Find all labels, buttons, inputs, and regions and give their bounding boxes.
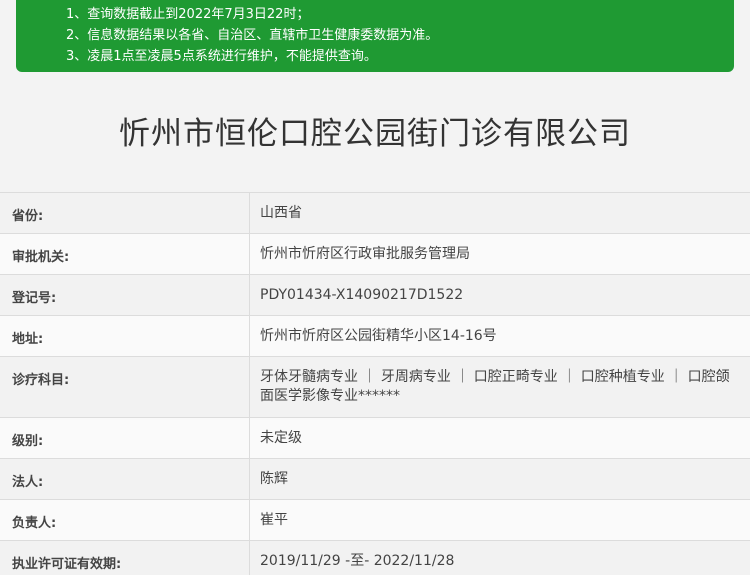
table-row-approval-authority: 审批机关: 忻州市忻府区行政审批服务管理局 — [0, 233, 750, 274]
row-value: 忻州市忻府区公园街精华小区14-16号 — [260, 328, 497, 344]
row-value: 山西省 — [260, 205, 302, 221]
row-label: 法人: — [0, 459, 250, 499]
row-value: PDY01434-X14090217D1522 — [260, 287, 464, 303]
row-label: 地址: — [0, 316, 250, 356]
row-value: 陈辉 — [260, 471, 288, 487]
row-label: 审批机关: — [0, 234, 250, 274]
row-value: 崔平 — [260, 512, 288, 528]
notice-banner: 1、查询数据截止到2022年7月3日22时； 2、信息数据结果以各省、自治区、直… — [16, 0, 734, 72]
row-value: 牙体牙髓病专业 ｜ 牙周病专业 ｜ 口腔正畸专业 ｜ 口腔种植专业 ｜ 口腔颌面… — [260, 369, 730, 404]
table-row-province: 省份: 山西省 — [0, 192, 750, 233]
table-row-address: 地址: 忻州市忻府区公园街精华小区14-16号 — [0, 315, 750, 356]
table-row-treatment-subjects: 诊疗科目: 牙体牙髓病专业 ｜ 牙周病专业 ｜ 口腔正畸专业 ｜ 口腔种植专业 … — [0, 356, 750, 417]
notice-line-2: 2、信息数据结果以各省、自治区、直辖市卫生健康委数据为准。 — [66, 28, 439, 43]
row-label: 省份: — [0, 193, 250, 233]
row-label: 级别: — [0, 418, 250, 458]
table-row-person-in-charge: 负责人: 崔平 — [0, 499, 750, 540]
info-table: 省份: 山西省 审批机关: 忻州市忻府区行政审批服务管理局 登记号: PDY01… — [0, 192, 750, 575]
page-title: 忻州市恒伦口腔公园街门诊有限公司 — [119, 116, 631, 152]
row-value: 2019/11/29 -至- 2022/11/28 — [260, 553, 455, 569]
table-row-legal-person: 法人: 陈辉 — [0, 458, 750, 499]
table-row-level: 级别: 未定级 — [0, 417, 750, 458]
row-label: 诊疗科目: — [0, 357, 250, 417]
row-label: 执业许可证有效期: — [0, 541, 250, 575]
row-label: 登记号: — [0, 275, 250, 315]
row-value: 未定级 — [260, 430, 302, 446]
table-row-license-validity: 执业许可证有效期: 2019/11/29 -至- 2022/11/28 — [0, 540, 750, 575]
page: 1、查询数据截止到2022年7月3日22时； 2、信息数据结果以各省、自治区、直… — [0, 0, 750, 575]
notice-line-3: 3、凌晨1点至凌晨5点系统进行维护，不能提供查询。 — [66, 49, 377, 64]
table-row-registration-number: 登记号: PDY01434-X14090217D1522 — [0, 274, 750, 315]
row-value: 忻州市忻府区行政审批服务管理局 — [260, 246, 470, 262]
row-label: 负责人: — [0, 500, 250, 540]
notice-line-1: 1、查询数据截止到2022年7月3日22时； — [66, 7, 310, 22]
